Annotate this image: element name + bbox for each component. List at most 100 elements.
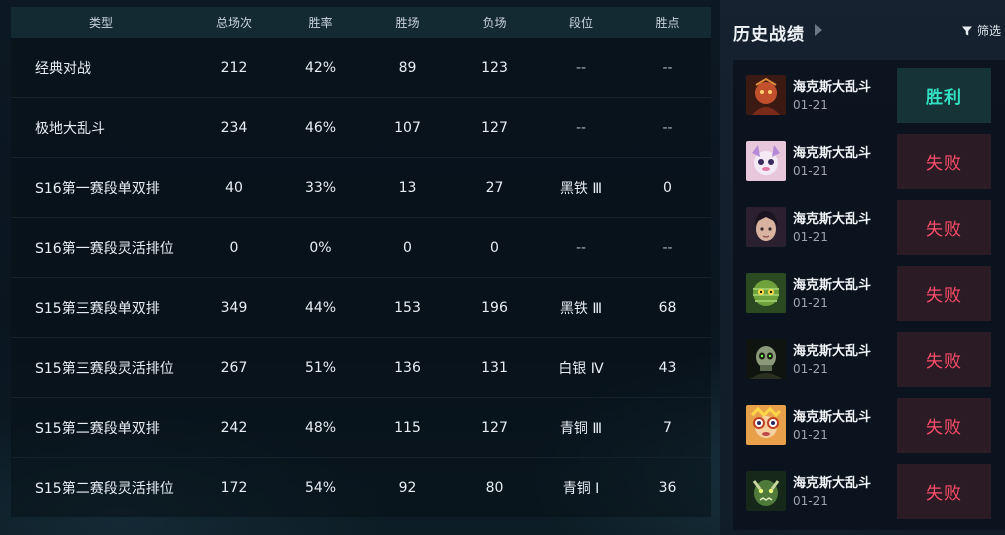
cell-rank: 黑铁 Ⅲ — [559, 180, 603, 197]
match-mode: 海克斯大乱斗 — [793, 410, 872, 425]
cell-total-games: 349 — [220, 299, 248, 316]
match-date: 01-21 — [793, 428, 828, 442]
match-mode: 海克斯大乱斗 — [793, 476, 872, 491]
match-date: 01-21 — [793, 164, 828, 178]
cell-type: S15第二赛段灵活排位 — [35, 480, 174, 497]
cell-type: 极地大乱斗 — [35, 120, 105, 137]
cell-wins: 136 — [394, 359, 421, 376]
cell-wins: 153 — [394, 299, 421, 316]
header-rank: 段位 — [568, 16, 593, 30]
match-result-badge: 失败 — [897, 266, 991, 321]
table-row: S16第一赛段单双排 40 33% 13 27 黑铁 Ⅲ 0 — [11, 158, 711, 218]
match-history-item[interactable]: 海克斯大乱斗 01-21 失败 — [733, 390, 1005, 456]
match-history-item[interactable]: 海克斯大乱斗 01-21 胜利 — [733, 60, 1005, 126]
match-date: 01-21 — [793, 230, 828, 244]
filter-funnel-icon — [961, 26, 972, 35]
cell-wins: 13 — [398, 179, 417, 196]
match-history-item[interactable]: 海克斯大乱斗 01-21 失败 — [733, 456, 1005, 522]
cell-type: 经典对战 — [35, 60, 91, 77]
cell-rank: -- — [575, 59, 587, 76]
cell-total-games: 0 — [229, 239, 239, 256]
stats-table-header: 类型 总场次 胜率 胜场 负场 段位 胜点 — [11, 7, 711, 38]
table-row: S15第三赛段单双排 349 44% 153 196 黑铁 Ⅲ 68 — [11, 278, 711, 338]
cell-win-rate: 46% — [304, 119, 337, 136]
match-result-badge: 失败 — [897, 134, 991, 189]
match-result-badge: 胜利 — [897, 68, 991, 123]
cell-wins: 107 — [394, 119, 421, 136]
cell-total-games: 212 — [220, 59, 248, 76]
match-history-title[interactable]: 历史战绩 — [733, 20, 805, 45]
table-row: S15第三赛段灵活排位 267 51% 136 131 白银 Ⅳ 43 — [11, 338, 711, 398]
match-result-badge: 失败 — [897, 398, 991, 453]
cell-losses: 0 — [490, 239, 499, 256]
match-date: 01-21 — [793, 494, 828, 508]
cell-losses: 123 — [481, 59, 508, 76]
filter-label: 筛选 — [976, 24, 1001, 38]
match-result-badge: 失败 — [897, 332, 991, 387]
cell-win-rate: 33% — [304, 179, 337, 196]
stats-table-body: 经典对战 212 42% 89 123 -- -- 极地大乱斗 234 46% 107 127 -- --… — [11, 38, 711, 517]
cell-win-rate: 42% — [304, 59, 337, 76]
match-mode: 海克斯大乱斗 — [793, 278, 872, 293]
match-date: 01-21 — [793, 98, 828, 112]
champion-portrait-green-beast-icon — [746, 471, 786, 511]
cell-league-points: -- — [662, 239, 673, 256]
match-history-item[interactable]: 海克斯大乱斗 01-21 失败 — [733, 126, 1005, 192]
table-row: 经典对战 212 42% 89 123 -- -- — [11, 38, 711, 98]
cell-losses: 131 — [481, 359, 508, 376]
app-root: 类型 总场次 胜率 胜场 负场 段位 胜点 经典对战 212 42% 89 123 -- -… — [0, 0, 1005, 535]
match-mode: 海克斯大乱斗 — [793, 344, 872, 359]
cell-wins: 115 — [394, 419, 421, 436]
cell-total-games: 172 — [220, 479, 248, 496]
cell-wins: 89 — [398, 59, 417, 76]
cell-losses: 196 — [481, 299, 508, 316]
match-history-item[interactable]: 海克斯大乱斗 01-21 失败 — [733, 258, 1005, 324]
match-mode: 海克斯大乱斗 — [793, 146, 872, 161]
table-row: S15第二赛段灵活排位 172 54% 92 80 青铜 Ⅰ 36 — [11, 458, 711, 517]
table-row: S15第二赛段单双排 242 48% 115 127 青铜 Ⅲ 7 — [11, 398, 711, 458]
cell-league-points: 43 — [658, 359, 677, 376]
cell-total-games: 40 — [225, 179, 243, 196]
cell-league-points: -- — [662, 119, 673, 136]
cell-rank: 黑铁 Ⅲ — [559, 300, 603, 317]
match-date: 01-21 — [793, 362, 828, 376]
header-type: 类型 — [88, 16, 113, 30]
header-total-games: 总场次 — [215, 16, 252, 30]
cell-rank: 白银 Ⅳ — [558, 360, 604, 377]
champion-portrait-pink-yordle-icon — [746, 141, 786, 181]
match-history-list: 海克斯大乱斗 01-21 胜利 海克斯大乱斗 01-21 失败 海克斯大乱斗 01-21 失败海… — [733, 60, 1005, 530]
match-date: 01-21 — [793, 296, 828, 310]
cell-losses: 80 — [485, 479, 504, 496]
match-mode: 海克斯大乱斗 — [793, 212, 872, 227]
cell-losses: 127 — [481, 419, 508, 436]
table-row: 极地大乱斗 234 46% 107 127 -- -- — [11, 98, 711, 158]
cell-win-rate: 0% — [309, 239, 332, 256]
header-wins: 胜场 — [395, 16, 420, 30]
cell-type: S16第一赛段单双排 — [35, 180, 160, 197]
header-league-points: 胜点 — [655, 16, 680, 30]
table-row: S16第一赛段灵活排位 0 0% 0 0 -- -- — [11, 218, 711, 278]
match-history-header: 历史战绩 筛选 — [720, 0, 1005, 60]
cell-league-points: 36 — [658, 479, 677, 496]
match-result-badge: 失败 — [897, 464, 991, 519]
cell-league-points: -- — [662, 59, 673, 76]
cell-type: S16第一赛段灵活排位 — [35, 240, 174, 257]
filter-button[interactable]: 筛选 — [961, 22, 1001, 39]
ranked-stats-table: 类型 总场次 胜率 胜场 负场 段位 胜点 经典对战 212 42% 89 123 -- -… — [11, 7, 711, 535]
champion-portrait-skull-icon — [746, 339, 786, 379]
match-mode: 海克斯大乱斗 — [793, 80, 872, 95]
header-losses: 负场 — [482, 16, 507, 30]
cell-win-rate: 51% — [304, 359, 337, 376]
match-history-item[interactable]: 海克斯大乱斗 01-21 失败 — [733, 192, 1005, 258]
chevron-right-icon[interactable] — [815, 24, 822, 36]
champion-portrait-yordle-gunner-icon — [746, 405, 786, 445]
cell-wins: 92 — [398, 479, 417, 496]
champion-portrait-dark-haired-icon — [746, 207, 786, 247]
champion-portrait-red-armored-icon — [746, 75, 786, 115]
cell-league-points: 0 — [663, 179, 672, 196]
cell-losses: 127 — [481, 119, 508, 136]
cell-wins: 0 — [403, 239, 412, 256]
match-history-item[interactable]: 海克斯大乱斗 01-21 失败 — [733, 324, 1005, 390]
cell-win-rate: 54% — [304, 479, 337, 496]
cell-rank: -- — [575, 239, 587, 256]
